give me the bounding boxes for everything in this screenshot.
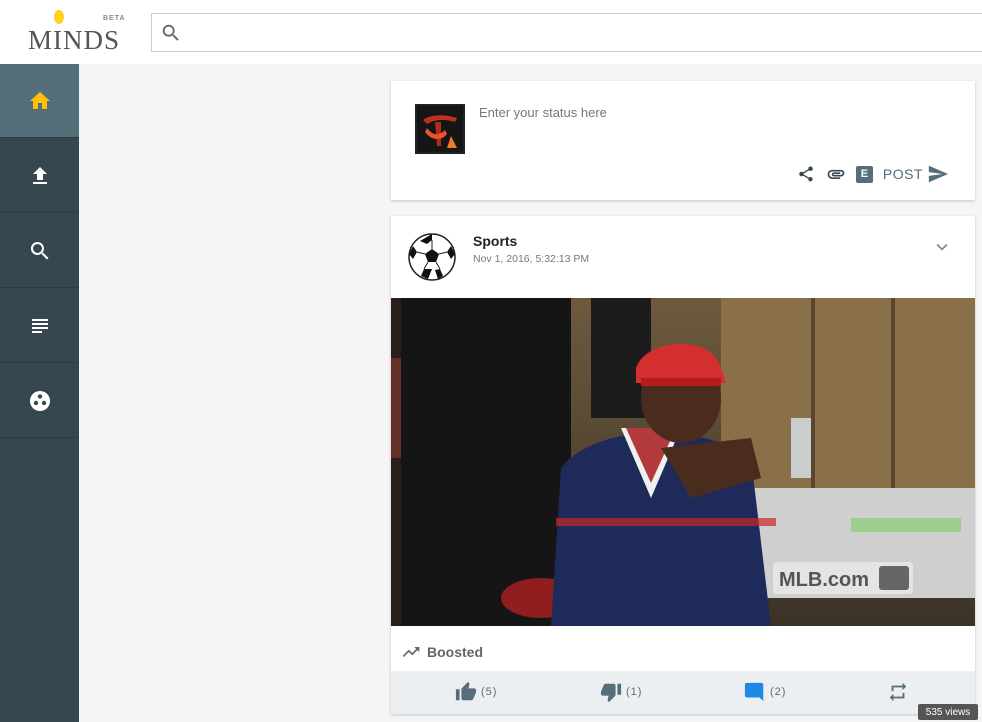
owner-name[interactable]: Sports bbox=[473, 233, 517, 249]
composer-toolbar: E POST bbox=[796, 163, 949, 185]
attachment-icon[interactable] bbox=[826, 164, 846, 184]
editor-button[interactable]: E bbox=[855, 165, 873, 183]
repeat-icon bbox=[889, 682, 907, 702]
logo-wordmark: MINDS bbox=[28, 25, 121, 55]
activity-card: Sports Nov 1, 2016, 5:32:13 PM MLB.com B… bbox=[391, 216, 975, 714]
comments-button[interactable]: (2) bbox=[744, 681, 786, 703]
search-input[interactable] bbox=[192, 14, 982, 51]
sidebar-item-upload[interactable] bbox=[0, 139, 79, 213]
soccer-ball-icon bbox=[408, 233, 456, 281]
lightbulb-icon bbox=[54, 10, 64, 24]
thumbs-down-button[interactable]: (1) bbox=[600, 681, 642, 703]
trending-up-icon bbox=[402, 647, 420, 657]
post-media[interactable]: MLB.com bbox=[391, 298, 975, 626]
thumbs-down-count: (1) bbox=[626, 686, 643, 698]
list-icon bbox=[31, 318, 48, 333]
search-icon bbox=[30, 241, 48, 259]
home-icon bbox=[29, 91, 50, 109]
boosted-indicator: Boosted bbox=[401, 642, 483, 662]
groups-icon bbox=[29, 390, 50, 411]
post-button[interactable]: POST bbox=[883, 163, 949, 185]
avatar-image bbox=[417, 106, 463, 152]
sidebar-item-home[interactable] bbox=[0, 64, 79, 138]
thumbs-up-count: (5) bbox=[481, 686, 498, 698]
top-bar: BETA MINDS bbox=[0, 0, 982, 64]
thumbs-up-icon bbox=[455, 681, 477, 701]
boosted-label: Boosted bbox=[427, 644, 483, 660]
status-composer: E POST bbox=[391, 81, 975, 200]
post-label: POST bbox=[882, 166, 923, 182]
sidebar-item-search[interactable] bbox=[0, 214, 79, 288]
chevron-down-icon[interactable] bbox=[931, 236, 953, 258]
upload-icon bbox=[32, 166, 47, 184]
media-image: MLB.com bbox=[391, 298, 975, 626]
send-icon bbox=[928, 165, 949, 183]
share-icon[interactable] bbox=[796, 164, 816, 184]
thumbs-down-icon bbox=[600, 683, 622, 703]
activity-actions: (5) (1) (2) bbox=[391, 671, 975, 714]
comments-count: (2) bbox=[770, 686, 787, 698]
remind-button[interactable] bbox=[887, 681, 909, 703]
comment-icon bbox=[744, 682, 764, 702]
beta-badge: BETA bbox=[103, 15, 126, 22]
minds-logo[interactable]: BETA MINDS bbox=[28, 10, 128, 55]
sidebar bbox=[0, 64, 79, 722]
mlb-watermark: MLB.com bbox=[779, 569, 869, 591]
sidebar-item-newsfeed[interactable] bbox=[0, 289, 79, 363]
user-avatar[interactable] bbox=[415, 104, 465, 154]
thumbs-up-button[interactable]: (5) bbox=[455, 681, 497, 703]
search-icon bbox=[162, 24, 179, 41]
views-badge: 535 views bbox=[918, 704, 978, 720]
status-input[interactable] bbox=[479, 105, 949, 145]
search-bar[interactable] bbox=[151, 13, 982, 52]
owner-avatar[interactable] bbox=[407, 232, 457, 282]
post-timestamp[interactable]: Nov 1, 2016, 5:32:13 PM bbox=[473, 253, 589, 265]
sidebar-item-groups[interactable] bbox=[0, 364, 79, 438]
